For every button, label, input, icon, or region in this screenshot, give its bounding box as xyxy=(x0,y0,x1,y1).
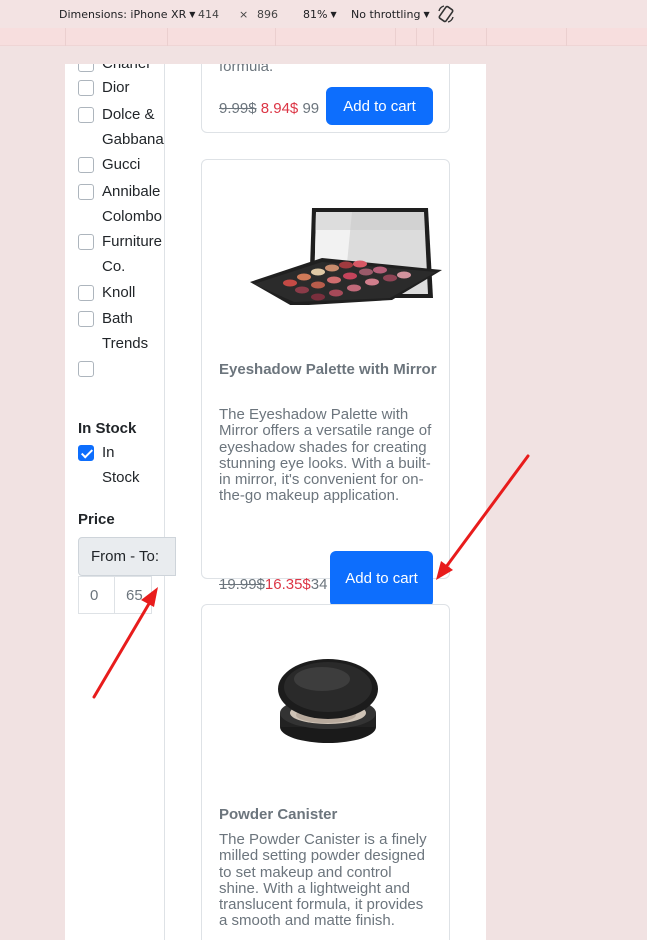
brand-label: Dior xyxy=(102,79,130,96)
throttling-select[interactable]: No throttling ▼ xyxy=(351,8,430,21)
product-card: formula. 9.99$ 8.94$ 99 Add to cart xyxy=(201,64,450,133)
product-description: The Eyeshadow Palette with Mirror offers… xyxy=(219,406,432,505)
filter-sidebar: Chanel Dior Dolce & Gabbana Gucci Anniba… xyxy=(65,64,176,940)
device-width-input[interactable]: 414 xyxy=(198,8,219,21)
devtools-device-toolbar: Dimensions: iPhone XR ▼ 414 × 896 81% ▼ No… xyxy=(0,0,647,28)
price-from-input[interactable]: 0 xyxy=(78,576,115,614)
product-title: Eyeshadow Palette with Mirror xyxy=(219,361,437,378)
product-title: Powder Canister xyxy=(219,806,338,823)
chevron-down-icon: ▼ xyxy=(330,10,337,19)
checkbox[interactable] xyxy=(78,311,94,327)
price-row: 9.99$ 8.94$ 99 xyxy=(219,100,319,117)
device-viewport: Chanel Dior Dolce & Gabbana Gucci Anniba… xyxy=(65,64,486,940)
checkbox[interactable] xyxy=(78,361,94,377)
zoom-select[interactable]: 81% ▼ xyxy=(303,8,337,21)
checkbox[interactable] xyxy=(78,234,94,250)
brand-label: Chanel xyxy=(102,64,182,77)
product-description: formula. xyxy=(219,64,274,75)
checkbox[interactable] xyxy=(78,80,94,96)
device-select[interactable]: Dimensions: iPhone XR ▼ xyxy=(59,8,195,21)
product-card: Powder Canister The Powder Canister is a… xyxy=(201,604,450,940)
sale-price: 16.35$ xyxy=(264,576,311,593)
price-heading: Price xyxy=(78,511,115,528)
checkbox[interactable] xyxy=(78,184,94,200)
price-range-label: From - To: xyxy=(78,537,176,576)
price-row: 19.99$16.35$34 xyxy=(219,576,327,593)
checkbox[interactable] xyxy=(78,107,94,123)
brand-label: Knoll xyxy=(102,284,136,301)
chevron-down-icon: ▼ xyxy=(423,10,430,19)
add-to-cart-button[interactable]: Add to cart xyxy=(330,551,433,607)
product-description: The Powder Canister is a finely milled s… xyxy=(219,831,427,930)
checkbox[interactable] xyxy=(78,64,94,72)
checkbox[interactable] xyxy=(78,285,94,301)
checkbox[interactable] xyxy=(78,157,94,173)
media-query-ruler xyxy=(0,28,647,46)
original-price: 19.99$ xyxy=(219,576,265,593)
product-card: Eyeshadow Palette with Mirror The Eyesha… xyxy=(201,159,450,593)
price-to-input[interactable]: 65 xyxy=(114,576,152,614)
eyeshadow-palette-image xyxy=(250,208,442,305)
add-to-cart-button[interactable]: Add to cart xyxy=(326,87,433,125)
sale-price: 8.94$ xyxy=(260,100,299,117)
in-stock-heading: In Stock xyxy=(78,420,137,437)
brand-label: Bath Trends xyxy=(102,310,149,352)
in-stock-label: In Stock xyxy=(102,444,140,486)
rotate-icon[interactable] xyxy=(437,4,455,27)
powder-canister-image xyxy=(278,659,378,743)
brand-label: Gucci xyxy=(102,156,141,173)
chevron-down-icon: ▼ xyxy=(189,10,196,19)
brand-label: Annibale Colombo xyxy=(102,183,163,225)
brand-label: Dolce & Gabbana xyxy=(102,106,164,148)
dimension-separator: × xyxy=(239,8,249,21)
device-height-input[interactable]: 896 xyxy=(257,8,278,21)
original-price: 9.99$ xyxy=(219,100,257,117)
brand-label: Furniture Co. xyxy=(102,233,163,275)
discount-value: 34 xyxy=(310,576,328,593)
checkbox-checked[interactable] xyxy=(78,445,94,461)
discount-value: 99 xyxy=(302,100,320,117)
